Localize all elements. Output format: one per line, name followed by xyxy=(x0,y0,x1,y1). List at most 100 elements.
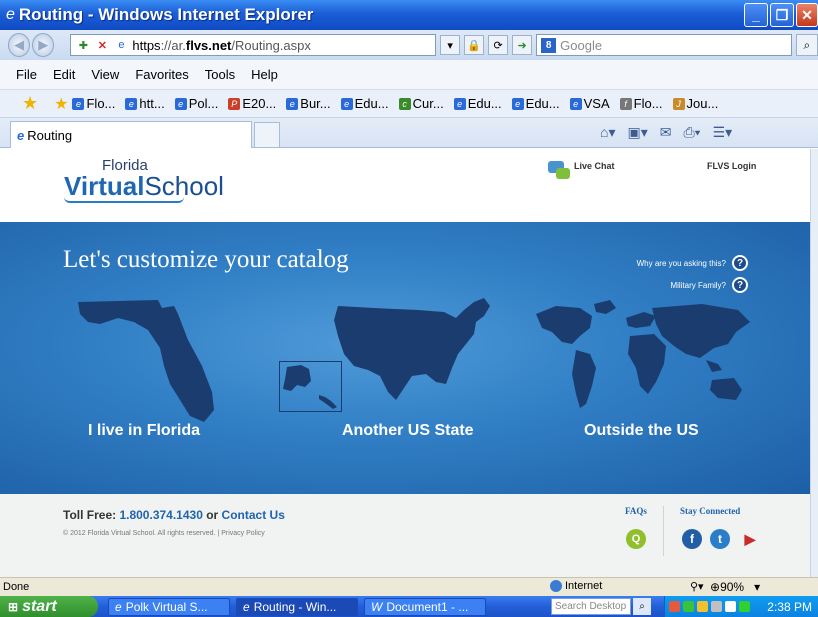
home-icon[interactable]: ⌂▾ xyxy=(600,124,615,141)
protected-mode-icon[interactable]: ⚲▾ xyxy=(690,580,704,593)
flvs-login-link[interactable]: FLVS Login xyxy=(707,161,756,171)
magnifier-icon: ⌕ xyxy=(639,601,645,612)
favorite-page-icon: c xyxy=(398,97,411,110)
menu-edit[interactable]: Edit xyxy=(53,67,75,82)
compat-view-icon[interactable]: ✚ xyxy=(75,37,91,53)
live-chat-link[interactable]: Live Chat xyxy=(548,159,615,181)
taskbar: ⊞ start e Polk Virtual S... e Routing - Wi… xyxy=(0,596,818,617)
back-arrow-icon: ◀ xyxy=(14,37,25,52)
toll-label: Toll Free: xyxy=(63,508,120,522)
favorite-item[interactable]: e Edu... xyxy=(453,96,502,111)
desktop-search-input[interactable]: Search Desktop xyxy=(551,598,631,615)
favorite-item[interactable]: c Cur... xyxy=(398,96,444,111)
window-title: Routing - Windows Internet Explorer xyxy=(18,5,314,24)
forward-button[interactable]: ▶ xyxy=(32,33,55,57)
taskbar-item[interactable]: W Document1 - ... xyxy=(364,598,486,616)
favorite-item[interactable]: e Flo... xyxy=(72,96,115,111)
magnifier-icon: ⌕ xyxy=(803,37,811,52)
outside-us-choice-link[interactable]: Outside the US xyxy=(584,422,699,440)
stop-icon[interactable]: ✕ xyxy=(94,37,110,53)
tray-network-icon[interactable] xyxy=(725,601,736,612)
search-input[interactable]: 8 Google xyxy=(536,34,792,56)
close-button[interactable]: ✕ xyxy=(796,3,818,27)
print-icon[interactable]: ⎙▾ xyxy=(683,124,700,141)
faqs-link[interactable]: FAQs xyxy=(625,506,647,516)
page-menu-icon[interactable]: ☰▾ xyxy=(713,124,733,141)
maximize-button[interactable]: ❐ xyxy=(770,3,794,27)
florida-map-icon[interactable] xyxy=(78,300,228,425)
favorite-item[interactable]: J Jou... xyxy=(672,96,719,111)
search-button[interactable]: ⌕ xyxy=(795,34,818,56)
tray-app-icon[interactable] xyxy=(669,601,680,612)
taskbar-item[interactable]: e Polk Virtual S... xyxy=(108,598,230,616)
read-mail-icon[interactable]: ✉ xyxy=(660,124,672,141)
favorite-item[interactable]: f Flo... xyxy=(619,96,663,111)
us-map-icon[interactable] xyxy=(334,296,496,406)
twitter-icon[interactable]: t xyxy=(710,529,730,549)
task-label: Document1 - ... xyxy=(386,600,469,614)
menu-file[interactable]: File xyxy=(16,67,37,82)
go-icon[interactable]: ➜ xyxy=(512,35,533,55)
stay-connected-label: Stay Connected xyxy=(680,506,741,516)
youtube-icon[interactable]: ▶ xyxy=(740,529,760,549)
favorites-star-icon[interactable]: ★ xyxy=(22,93,38,114)
address-toolbar: ◀ ▶ ✚ ✕ e https://ar. flvs.net/Routing.as… xyxy=(0,30,818,60)
add-favorite-icon[interactable]: ★ xyxy=(54,94,68,114)
taskbar-item[interactable]: e Routing - Win... xyxy=(236,598,358,616)
favorite-page-icon: P xyxy=(228,97,241,110)
vertical-scrollbar[interactable] xyxy=(810,149,818,577)
dropdown-icon[interactable]: ▾ xyxy=(440,35,461,55)
command-bar: ⌂▾ ▣▾ ✉ ⎙▾ ☰▾ xyxy=(600,124,732,141)
desktop-search-button[interactable]: ⌕ xyxy=(633,598,651,615)
tab-page-icon: e xyxy=(17,127,25,143)
toll-number[interactable]: 1.800.374.1430 xyxy=(119,508,202,522)
tray-app-icon[interactable] xyxy=(683,601,694,612)
live-chat-label: Live Chat xyxy=(574,161,615,171)
tray-icons xyxy=(669,601,750,612)
contact-us-link[interactable]: Contact Us xyxy=(222,508,285,522)
menu-view[interactable]: View xyxy=(91,67,119,82)
favorite-item[interactable]: P E20... xyxy=(228,96,276,111)
toll-free-line: Toll Free: 1.800.374.1430 or Contact Us xyxy=(63,508,285,522)
florida-choice-link[interactable]: I live in Florida xyxy=(88,422,200,440)
tray-status-icon[interactable] xyxy=(739,601,750,612)
favorite-label: htt... xyxy=(139,96,165,111)
military-family-link[interactable]: Military Family? ? xyxy=(670,277,748,293)
menu-favorites[interactable]: Favorites xyxy=(135,67,188,82)
world-map-icon[interactable] xyxy=(532,298,756,422)
new-tab-button[interactable] xyxy=(254,122,280,148)
favorite-item[interactable]: e Pol... xyxy=(174,96,218,111)
menu-tools[interactable]: Tools xyxy=(205,67,235,82)
status-bar: Done Internet ⚲▾ ⊕ 90% ▾ xyxy=(0,577,818,596)
menu-help[interactable]: Help xyxy=(251,67,278,82)
address-bar[interactable]: ✚ ✕ e https://ar. flvs.net/Routing.aspx xyxy=(70,34,437,56)
refresh-icon[interactable]: ⟳ xyxy=(488,35,509,55)
favorite-item[interactable]: e Edu... xyxy=(340,96,389,111)
question-icon[interactable]: ? xyxy=(732,277,748,293)
tray-app-icon[interactable] xyxy=(697,601,708,612)
favorite-item[interactable]: e htt... xyxy=(125,96,165,111)
us-state-choice-link[interactable]: Another US State xyxy=(342,422,474,440)
question-icon[interactable]: ? xyxy=(732,255,748,271)
system-tray: 2:38 PM xyxy=(664,596,818,617)
favorite-item[interactable]: e Bur... xyxy=(286,96,331,111)
logo-virtual: Virtual xyxy=(64,171,145,201)
clock[interactable]: 2:38 PM xyxy=(767,600,812,614)
feeds-icon[interactable]: ▣▾ xyxy=(627,124,647,141)
back-button[interactable]: ◀ xyxy=(8,33,31,57)
lock-icon[interactable]: 🔒 xyxy=(464,35,485,55)
favorite-label: Jou... xyxy=(686,96,719,111)
favorite-item[interactable]: e VSA xyxy=(569,96,610,111)
tab-routing[interactable]: e Routing xyxy=(10,121,252,148)
flvs-logo[interactable]: Florida VirtualSchool xyxy=(64,158,224,203)
why-asking-link[interactable]: Why are you asking this? ? xyxy=(637,255,748,271)
zoom-control[interactable]: ⊕ 90% ▾ xyxy=(710,580,760,594)
faq-icon[interactable]: Q xyxy=(626,529,646,549)
facebook-icon[interactable]: f xyxy=(682,529,702,549)
start-button[interactable]: ⊞ start xyxy=(0,596,98,617)
tray-app-icon[interactable] xyxy=(711,601,722,612)
favorite-item[interactable]: e Edu... xyxy=(511,96,560,111)
page-content: Florida VirtualSchool Live Chat FLVS Log… xyxy=(0,149,810,577)
favorite-label: E20... xyxy=(242,96,277,111)
minimize-button[interactable]: _ xyxy=(744,3,768,27)
